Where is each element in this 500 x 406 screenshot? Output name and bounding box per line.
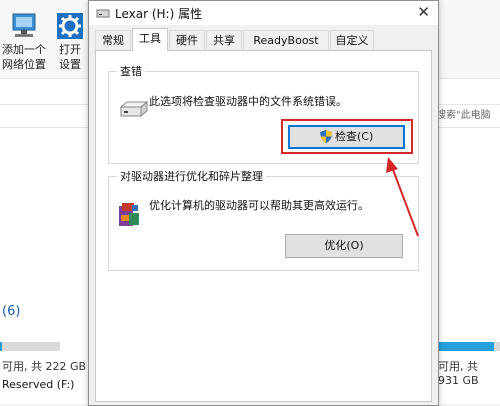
optimize-title: 对驱动器进行优化和碎片整理 [117,168,266,184]
title-bar: Lexar (H:) 属性 ✕ [89,1,438,25]
optimize-button[interactable]: 优化(O) [285,234,403,258]
drive-free-text: 可用, 共 222 GB [2,360,87,373]
tab-general[interactable]: 常规 [95,30,131,50]
error-check-title: 查错 [117,63,145,79]
dialog-title: Lexar (H:) 属性 [115,7,203,21]
error-check-description: 此选项将检查驱动器中的文件系统错误。 [149,95,347,108]
add-network-location-button[interactable]: 添加一个 网络位置 [0,12,48,72]
drive-usage-fill [438,342,494,351]
defrag-icon [119,203,139,226]
close-button[interactable]: ✕ [417,3,430,21]
network-location-icon [12,13,36,37]
tab-hardware[interactable]: 硬件 [169,30,205,50]
open-settings-button[interactable]: 打开 设置 [54,12,86,72]
ribbon-label-line1: 打开 [59,43,81,56]
ribbon-label-line1: 添加一个 [2,43,46,56]
optimize-group: 对驱动器进行优化和碎片整理 优化计算机的驱动器可以帮助其更高效运行。 优化(O) [108,168,419,271]
ribbon-label-line2: 设置 [59,58,81,71]
properties-dialog: Lexar (H:) 属性 ✕ 常规 工具 硬件 共享 ReadyBoost 自… [88,0,439,406]
ribbon-label-line2: 网络位置 [2,58,46,71]
search-input[interactable]: 搜索"此电脑 [436,106,491,121]
drive-usage-bar [0,342,60,351]
drive-usage-fill [0,342,3,351]
drive-usage-bar [438,342,500,351]
device-count: (6) [2,304,21,319]
tab-sharing[interactable]: 共享 [206,30,242,50]
tools-panel: 查错 此选项将检查驱动器中的文件系统错误。 检查(C) 对驱动器进行优化和碎片整… [95,50,432,402]
drive-free-text: 可用, 共 931 GB [438,360,479,387]
optimize-description: 优化计算机的驱动器可以帮助其更高效运行。 [149,199,369,212]
annotation-highlight-box [281,119,413,154]
tab-tools[interactable]: 工具 [132,28,168,51]
tab-customize[interactable]: 自定义 [330,30,374,50]
drive-name[interactable]: Reserved (F:) [2,378,74,391]
drive-icon [119,101,149,118]
drive-icon [96,9,110,18]
tab-readyboost[interactable]: ReadyBoost [243,30,329,50]
settings-gear-icon [57,13,83,39]
error-check-group: 查错 此选项将检查驱动器中的文件系统错误。 检查(C) [108,63,419,164]
